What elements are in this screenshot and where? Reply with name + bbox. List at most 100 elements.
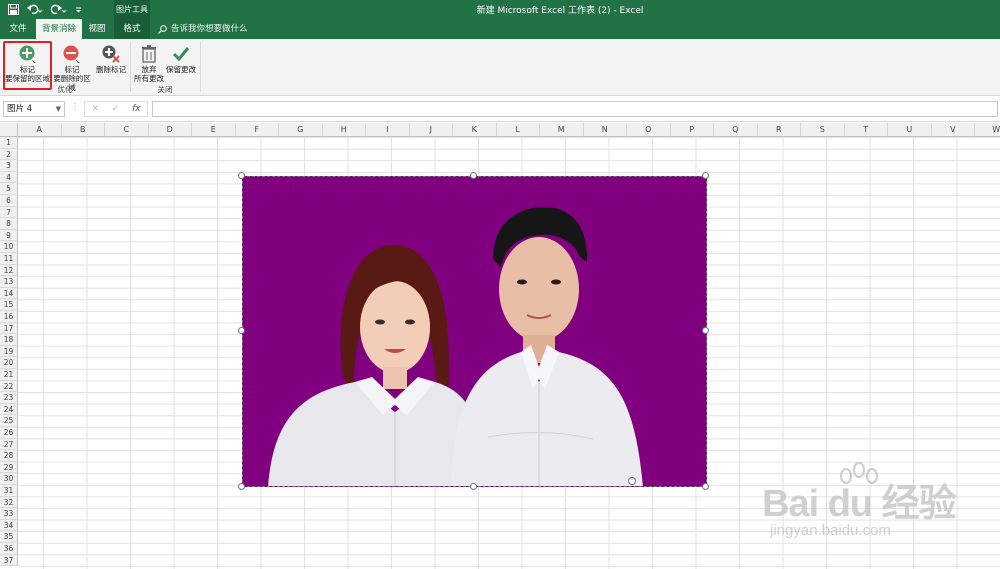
formula-bar-buttons: ✕ ✓ fx <box>84 101 148 117</box>
row-header[interactable]: 12 <box>0 264 18 277</box>
row-header[interactable]: 34 <box>0 519 18 532</box>
row-header[interactable]: 26 <box>0 427 18 439</box>
resize-handle-left[interactable] <box>238 327 245 334</box>
row-header[interactable]: 13 <box>0 276 18 288</box>
discard-line1: 放弃 <box>141 65 157 74</box>
title-bar: 图片工具 新建 Microsoft Excel 工作表 (2) - Excel <box>0 0 1000 19</box>
mark-areas-to-keep-button[interactable]: 标记 要保留的区域 <box>3 41 52 90</box>
resize-handle-bottom-left[interactable] <box>238 483 245 490</box>
redo-icon[interactable] <box>51 2 67 16</box>
row-header[interactable]: 1 <box>0 137 18 149</box>
row-header[interactable]: 7 <box>0 206 18 219</box>
column-header[interactable]: C <box>105 123 149 137</box>
resize-handle-right[interactable] <box>702 327 709 334</box>
row-header[interactable]: 19 <box>0 345 18 358</box>
column-header[interactable]: G <box>279 123 323 137</box>
name-box[interactable]: 图片 4 ▼ <box>3 101 65 117</box>
column-header[interactable]: T <box>844 123 888 137</box>
enter-icon[interactable]: ✓ <box>112 104 120 114</box>
resize-handle-bottom[interactable] <box>470 483 477 490</box>
column-header[interactable]: B <box>61 123 105 137</box>
row-header[interactable]: 3 <box>0 160 18 172</box>
row-header[interactable]: 18 <box>0 334 18 346</box>
mark-remove-line1: 标记 <box>64 65 80 74</box>
formula-input[interactable] <box>152 101 998 117</box>
row-header[interactable]: 4 <box>0 171 18 184</box>
column-header[interactable]: K <box>453 123 497 137</box>
row-header[interactable]: 20 <box>0 357 18 369</box>
discard-all-changes-button[interactable]: 放弃 所有更改 <box>133 41 165 83</box>
watermark-url: jingyan.baidu.com <box>770 522 891 539</box>
resize-handle-top[interactable] <box>470 172 477 179</box>
column-header[interactable]: L <box>496 123 540 137</box>
row-header[interactable]: 2 <box>0 148 18 161</box>
customize-qat-icon[interactable] <box>75 2 82 16</box>
row-header[interactable]: 30 <box>0 473 18 485</box>
undo-icon[interactable] <box>27 2 43 16</box>
row-header[interactable]: 17 <box>0 322 18 335</box>
tab-view[interactable]: 视图 <box>82 19 112 39</box>
column-header[interactable]: M <box>540 123 584 137</box>
column-header[interactable]: J <box>409 123 453 137</box>
insert-function-icon[interactable]: fx <box>132 104 141 114</box>
tab-file[interactable]: 文件 <box>0 19 36 39</box>
column-header[interactable]: O <box>627 123 671 137</box>
save-icon[interactable] <box>8 2 19 16</box>
column-header[interactable]: I <box>366 123 410 137</box>
row-header[interactable]: 8 <box>0 218 18 230</box>
row-header[interactable]: 27 <box>0 438 18 451</box>
row-header[interactable]: 11 <box>0 253 18 265</box>
tab-background-removal[interactable]: 背景消除 <box>36 19 82 39</box>
row-header[interactable]: 32 <box>0 496 18 509</box>
row-header[interactable]: 25 <box>0 415 18 427</box>
keep-changes-button[interactable]: 保留更改 <box>165 41 197 74</box>
background-removal-picture[interactable] <box>242 176 707 487</box>
row-header[interactable]: 21 <box>0 369 18 381</box>
ribbon: 标记 要保留的区域 标记 要删除的区域 删除标记 优化 放弃 所有更改 保留更改… <box>0 39 1000 96</box>
select-all-corner[interactable] <box>0 123 18 137</box>
column-header[interactable]: D <box>148 123 192 137</box>
column-header[interactable]: H <box>322 123 366 137</box>
column-header[interactable]: W <box>975 123 1000 137</box>
resize-handle-top-right[interactable] <box>702 172 709 179</box>
formula-bar-splitter[interactable]: ⋮ <box>71 102 79 111</box>
column-header[interactable]: S <box>801 123 845 137</box>
column-header[interactable]: P <box>670 123 714 137</box>
row-header[interactable]: 6 <box>0 195 18 207</box>
column-header[interactable]: E <box>192 123 236 137</box>
row-header[interactable]: 10 <box>0 241 18 253</box>
column-header[interactable]: Q <box>714 123 758 137</box>
row-header[interactable]: 5 <box>0 183 18 195</box>
tab-format[interactable]: 格式 <box>114 19 150 39</box>
row-header[interactable]: 23 <box>0 392 18 404</box>
row-header[interactable]: 15 <box>0 299 18 311</box>
baidu-jingyan-watermark: Bai du 经验 jingyan.baidu.com <box>762 462 992 552</box>
tell-me-box[interactable]: 告诉我你想要做什么 <box>158 19 248 39</box>
layout-options-icon[interactable] <box>628 477 636 485</box>
group-label-close: 关闭 <box>157 85 173 94</box>
chevron-down-icon[interactable]: ▼ <box>56 102 61 116</box>
row-header[interactable]: 29 <box>0 461 18 474</box>
delete-mark-button[interactable]: 删除标记 <box>94 41 128 74</box>
column-header[interactable]: N <box>583 123 627 137</box>
row-header[interactable]: 22 <box>0 380 18 393</box>
row-header[interactable]: 14 <box>0 287 18 300</box>
resize-handle-bottom-right[interactable] <box>702 483 709 490</box>
column-header[interactable]: R <box>757 123 801 137</box>
row-header[interactable]: 31 <box>0 485 18 497</box>
row-header[interactable]: 37 <box>0 554 18 567</box>
row-header[interactable]: 35 <box>0 531 18 543</box>
group-separator <box>200 42 201 92</box>
row-header[interactable]: 9 <box>0 229 18 242</box>
row-header[interactable]: 28 <box>0 450 18 462</box>
resize-handle-top-left[interactable] <box>238 172 245 179</box>
row-header[interactable]: 33 <box>0 508 18 520</box>
column-header[interactable]: U <box>888 123 932 137</box>
row-header[interactable]: 16 <box>0 311 18 323</box>
cancel-icon[interactable]: ✕ <box>91 104 99 114</box>
column-header[interactable]: F <box>235 123 279 137</box>
row-header[interactable]: 24 <box>0 403 18 416</box>
column-header[interactable]: V <box>931 123 975 137</box>
column-header[interactable]: A <box>18 123 62 137</box>
row-header[interactable]: 36 <box>0 543 18 555</box>
